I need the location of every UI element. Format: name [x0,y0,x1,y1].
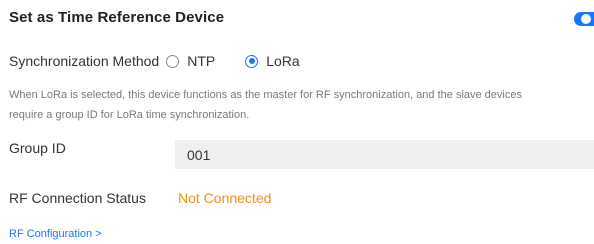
rf-status-value: Not Connected [178,190,272,206]
toggle-knob [581,14,591,24]
sync-method-row: Synchronization Method NTP LoRa [9,51,300,71]
page-title: Set as Time Reference Device [9,9,225,26]
radio-option-lora[interactable]: LoRa [245,53,300,69]
group-id-label: Group ID [9,140,66,156]
sync-method-label: Synchronization Method [9,53,160,69]
description-line-1: When LoRa is selected, this device funct… [9,89,522,101]
description-line-2: require a group ID for LoRa time synchro… [9,109,250,121]
radio-ntp-label: NTP [187,53,216,69]
radio-lora-label: LoRa [266,53,300,69]
rf-configuration-link[interactable]: RF Configuration > [9,228,102,240]
radio-ntp[interactable] [166,54,180,68]
lora-description: When LoRa is selected, this device funct… [9,85,594,125]
time-reference-toggle[interactable] [574,12,594,26]
radio-option-ntp[interactable]: NTP [166,53,215,69]
rf-status-label: RF Connection Status [9,190,146,206]
radio-lora[interactable] [245,54,259,68]
group-id-input[interactable]: 001 [175,140,594,169]
